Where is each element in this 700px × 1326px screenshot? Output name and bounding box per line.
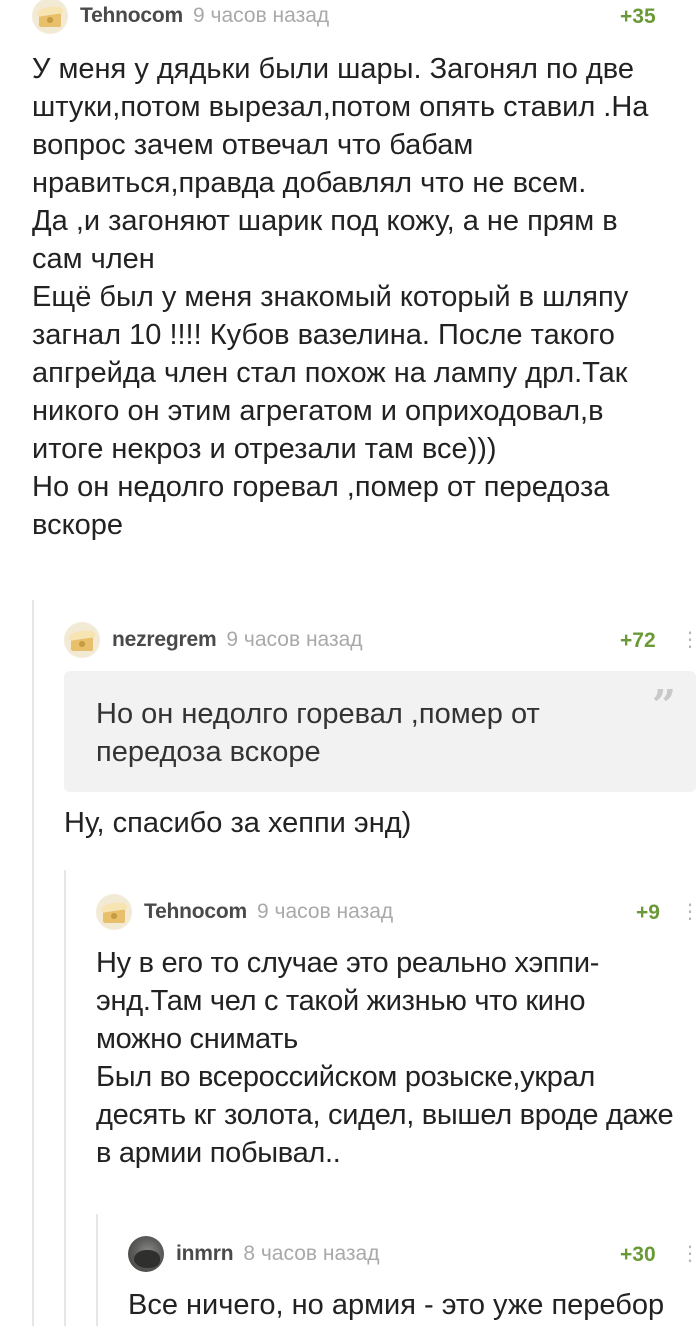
comment-2-text: Ну, спасибо за хеппи энд): [64, 807, 412, 839]
comment-2-time[interactable]: 9 часов назад: [226, 628, 362, 652]
comment-4-time[interactable]: 8 часов назад: [243, 1242, 379, 1266]
vertical-dots-icon[interactable]: ⋮: [680, 630, 700, 650]
thread-branch-line-1[interactable]: [32, 600, 34, 1326]
quote-block: Но он недолго горевал ,помер от передоза…: [64, 671, 696, 792]
comment-1-text: У меня у дядьки были шары. Загонял по дв…: [32, 53, 649, 541]
comment-3-text: Ну в его то случае это реально хэппи- эн…: [96, 947, 674, 1169]
vertical-dots-icon[interactable]: ⋮: [680, 1244, 700, 1264]
treasure-chest-avatar-icon[interactable]: [32, 0, 68, 34]
comment-4-username[interactable]: inmrn: [176, 1242, 234, 1266]
comment-1-time[interactable]: 9 часов назад: [193, 4, 329, 28]
comment-3-username[interactable]: Tehnocom: [144, 900, 247, 924]
comment-4-rating: +30: [620, 1243, 656, 1266]
quote-text: Но он недолго горевал ,помер от передоза…: [96, 698, 540, 768]
thread-branch-line-2[interactable]: [64, 870, 66, 1326]
comment-2-username[interactable]: nezregrem: [112, 628, 217, 652]
comment-4-header: inmrn 8 часов назад: [128, 1234, 380, 1274]
thread-branch-line-3[interactable]: [96, 1214, 98, 1326]
comment-3-time[interactable]: 9 часов назад: [257, 900, 393, 924]
comment-3-rating: +9: [636, 901, 660, 924]
comment-2-rating: +72: [620, 629, 656, 652]
comment-4-text: Все ничего, но армия - это уже перебор: [128, 1289, 665, 1321]
comment-1-header: Tehnocom 9 часов назад: [32, 0, 329, 36]
quote-icon: ”: [651, 681, 676, 730]
photo-avatar-icon[interactable]: [128, 1236, 164, 1272]
treasure-chest-avatar-icon[interactable]: [64, 622, 100, 658]
comment-1-username[interactable]: Tehnocom: [80, 4, 183, 28]
comment-1-rating: +35: [620, 5, 656, 28]
vertical-dots-icon[interactable]: ⋮: [680, 902, 700, 922]
comment-2-header: nezregrem 9 часов назад: [64, 620, 363, 660]
treasure-chest-avatar-icon[interactable]: [96, 894, 132, 930]
comment-3-header: Tehnocom 9 часов назад: [96, 892, 393, 932]
comment-1: Tehnocom 9 часов назад +35 У меня у дядь…: [0, 0, 700, 580]
